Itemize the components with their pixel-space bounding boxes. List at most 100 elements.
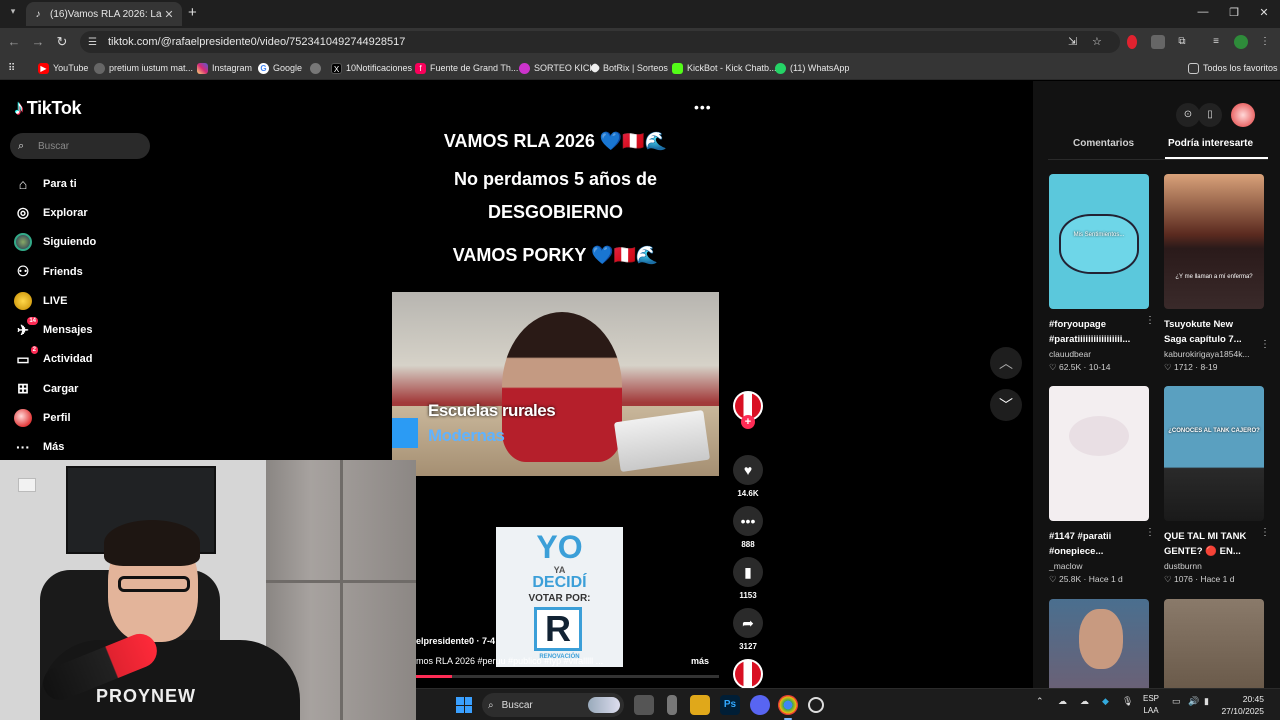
user-avatar-icon[interactable] [1231, 103, 1255, 127]
compass-icon[interactable]: ⊙ [1176, 103, 1200, 127]
card-menu-icon[interactable]: ⋮ [1260, 527, 1270, 538]
network-icon[interactable]: ▭ [1172, 696, 1181, 707]
previous-video-chevron-up-icon[interactable]: ︿ [990, 347, 1022, 379]
restore-icon[interactable]: ❐ [1224, 6, 1244, 19]
music-disc-icon[interactable] [733, 659, 763, 689]
search-input[interactable]: ⌕ Buscar [10, 133, 150, 159]
action-rail: + ♥ 14.6K ••• 888 ▮ 1153 ➦ 3127 [733, 391, 763, 689]
tab-comentarios[interactable]: Comentarios [1073, 138, 1134, 149]
bookmark-whatsapp[interactable]: (11) WhatsApp [775, 61, 849, 75]
input-language[interactable]: ESP LAA [1140, 693, 1162, 717]
ballot-mark: R [545, 608, 571, 649]
bookmark-x[interactable]: X 10Notificaciones [331, 61, 412, 75]
app-icon[interactable] [667, 695, 677, 715]
bookmark-botrix[interactable]: BotRix | Sorteos [589, 61, 668, 75]
tab-search-icon[interactable]: ▾ [6, 6, 20, 20]
discord-icon[interactable] [750, 695, 770, 715]
comment-icon[interactable]: ••• [733, 506, 763, 536]
window-close-icon[interactable]: ✕ [1254, 6, 1274, 19]
bookmark-star-icon[interactable]: ☆ [1092, 31, 1102, 53]
share-icon[interactable]: ➦ [733, 608, 763, 638]
bookmark-youtube[interactable]: ▶ YouTube [38, 61, 88, 75]
app-icon[interactable] [808, 697, 824, 713]
sidebar-item-perfil[interactable]: Perfil [14, 403, 164, 432]
task-view-icon[interactable] [634, 695, 654, 715]
card-user[interactable]: dustburnn [1164, 561, 1264, 571]
tray-chevron-up-icon[interactable]: ⌃ [1036, 696, 1044, 707]
card-menu-icon[interactable]: ⋮ [1145, 315, 1155, 326]
sidebar-item-live[interactable]: LIVE [14, 286, 164, 315]
recommended-video-card[interactable]: Mis Sentimientos... #foryoupage #paratiii… [1049, 174, 1155, 373]
site-info-icon[interactable]: ☰ [88, 37, 102, 48]
extension-red-icon[interactable] [1127, 35, 1137, 49]
forward-icon[interactable]: → [30, 34, 46, 50]
url-text[interactable]: tiktok.com/@rafaelpresidente0/video/7523… [108, 36, 405, 48]
chrome-menu-icon[interactable]: ⋮ [1258, 35, 1272, 49]
sidebar-item-friends[interactable]: ⚇ Friends [14, 257, 164, 286]
video-caption-line: DESGOBIERNO [487, 202, 624, 222]
sidebar-item-cargar[interactable]: ⊞ Cargar [14, 374, 164, 403]
video-player[interactable]: VAMOS RLA 2026 💙🇵🇪🌊 No perdamos 5 años d… [392, 121, 719, 681]
taskbar-search[interactable]: ⌕ Buscar [482, 693, 624, 717]
video-more-link[interactable]: más [691, 656, 709, 666]
sidebar-item-actividad[interactable]: ▭ 2 Actividad [14, 345, 164, 374]
reading-list-icon[interactable]: ≡ [1209, 35, 1223, 49]
volume-icon[interactable]: 🔊 [1188, 696, 1199, 707]
extension-card-icon[interactable] [1151, 35, 1165, 49]
bookmark-google[interactable]: G Google [258, 61, 302, 75]
extensions-puzzle-icon[interactable]: ⧉ [1175, 35, 1189, 49]
video-progress-bar[interactable] [416, 675, 719, 678]
file-explorer-icon[interactable] [690, 695, 710, 715]
sidebar-item-explorar[interactable]: ◎ Explorar [14, 198, 164, 227]
card-user[interactable]: kaburokirigaya1854k... [1164, 349, 1264, 359]
bookmark-fandom[interactable]: f Fuente de Grand Th... [415, 61, 518, 75]
tray-shield-icon[interactable]: ◆ [1102, 696, 1109, 707]
new-tab-button[interactable]: + [188, 5, 197, 21]
card-user[interactable]: _maclow [1049, 561, 1149, 571]
like-heart-icon[interactable]: ♥ [733, 455, 763, 485]
recommended-video-card[interactable]: ¿Y me llaman a mí enferma? Tsuyokute New… [1164, 174, 1270, 373]
bookmark-sorteo-kick[interactable]: SORTEO KICK [519, 61, 595, 75]
card-user[interactable]: clauudbear [1049, 349, 1149, 359]
install-app-icon[interactable]: ⇲ [1068, 31, 1077, 53]
microphone-icon[interactable]: 🎙 [1122, 696, 1133, 707]
minimize-icon[interactable]: — [1193, 6, 1213, 18]
sidebar-item-siguiendo[interactable]: Siguiendo [14, 228, 164, 257]
bookmark-globe[interactable] [310, 61, 325, 75]
address-bar[interactable]: ☰ tiktok.com/@rafaelpresidente0/video/75… [80, 31, 1120, 53]
sidebar-item-mas[interactable]: ··· Más [14, 433, 164, 462]
follow-plus-icon[interactable]: + [741, 415, 755, 429]
all-favorites-folder[interactable]: Todos los favoritos [1188, 61, 1278, 75]
recommended-video-card[interactable]: #1147 #paratii #onepiece... _maclow ♡ 25.… [1049, 386, 1155, 585]
browser-tab[interactable]: ♪ (16)Vamos RLA 2026: La Elecció ✕ [26, 2, 182, 26]
sidebar-item-para-ti[interactable]: ⌂ Para ti [14, 169, 164, 198]
bookmark-icon[interactable]: ▮ [733, 557, 763, 587]
taskbar-clock[interactable]: 20:45 27/10/2025 [1220, 693, 1264, 717]
next-video-chevron-down-icon[interactable]: ﹀ [990, 389, 1022, 421]
battery-icon[interactable]: ▮ [1204, 696, 1209, 707]
bookmark-pretium[interactable]: pretium iustum mat... [94, 61, 193, 75]
tab-close-icon[interactable]: ✕ [162, 8, 176, 21]
video-options-icon[interactable]: ••• [694, 99, 712, 115]
video-author[interactable]: elpresidente0 · 7-4 [416, 636, 495, 646]
vote-poster: YO YA DECIDÍ VOTAR POR: R RENOVACIÓN [496, 527, 623, 667]
chrome-icon[interactable] [778, 695, 798, 715]
device-icon[interactable]: ▯ [1198, 103, 1222, 127]
tiktok-logo[interactable]: ♪ TikTok [14, 97, 82, 120]
apps-icon[interactable]: ⠿ [8, 61, 15, 75]
bookmark-instagram[interactable]: Instagram [197, 61, 252, 75]
bookmark-kickbot[interactable]: KickBot - Kick Chatb... [672, 61, 777, 75]
onedrive-icon[interactable]: ☁ [1080, 696, 1089, 707]
tab-podria-interesarte[interactable]: Podría interesarte [1168, 138, 1253, 149]
card-menu-icon[interactable]: ⋮ [1145, 527, 1155, 538]
photoshop-icon[interactable]: Ps [720, 695, 740, 715]
reload-icon[interactable]: ↻ [54, 34, 70, 50]
back-icon[interactable]: ← [6, 34, 22, 50]
recommended-video-card[interactable]: ¿CONOCES AL TANK CAJERO? QUE TAL MI TANK… [1164, 386, 1270, 585]
sidebar-item-mensajes[interactable]: ✈ 14 Mensajes [14, 315, 164, 344]
card-menu-icon[interactable]: ⋮ [1260, 339, 1270, 350]
tray-app-icon[interactable]: ☁ [1058, 696, 1067, 707]
card-stats: ♡ 25.8K · Hace 1 d [1049, 574, 1123, 584]
profile-avatar-icon[interactable] [1234, 35, 1248, 49]
windows-start-icon[interactable] [456, 697, 472, 713]
